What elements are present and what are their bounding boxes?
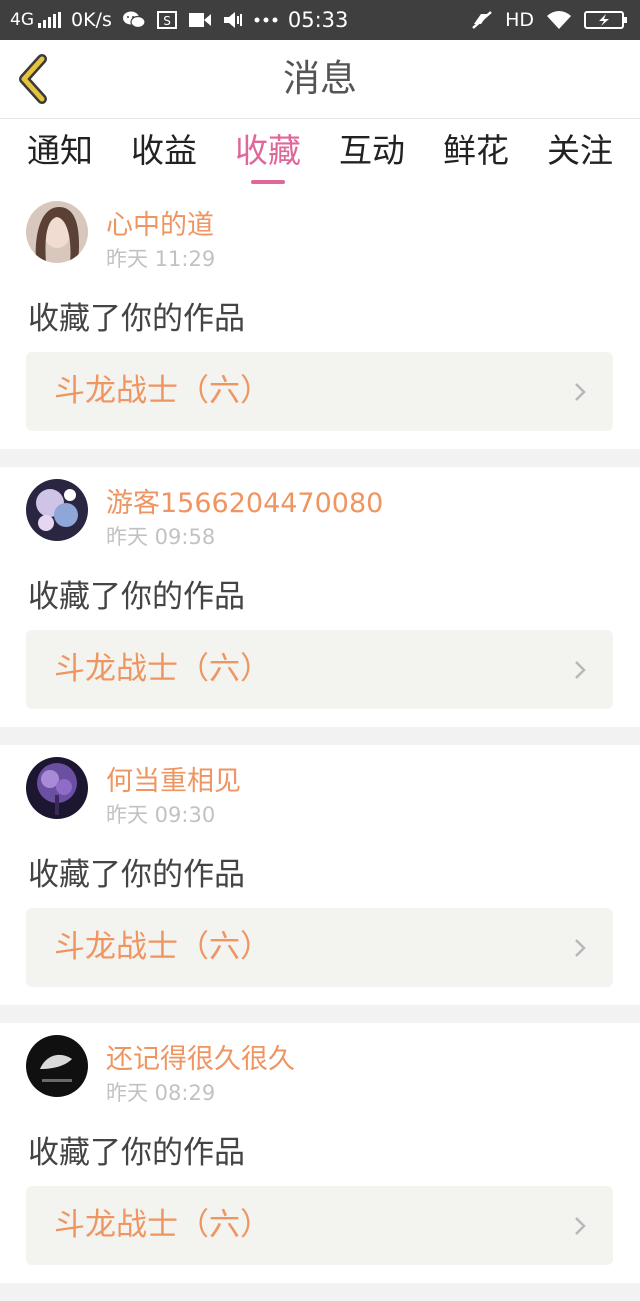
tab-label: 互动: [339, 131, 405, 170]
more-dots-icon: [254, 17, 278, 23]
chevron-right-icon: [575, 939, 586, 957]
username[interactable]: 游客1566204470080: [106, 481, 383, 520]
action-text: 收藏了你的作品: [28, 301, 245, 337]
work-title: 斗龙战士（六）: [54, 929, 271, 965]
wifi-icon: [546, 10, 572, 30]
tab-label: 鲜花: [443, 131, 509, 170]
tab-label: 通知: [27, 131, 93, 170]
tab-label: 关注: [547, 131, 613, 170]
avatar[interactable]: [26, 201, 88, 263]
message-card: 何当重相见 昨天 09:30 收藏了你的作品 斗龙战士（六）: [0, 745, 640, 1005]
work-link[interactable]: 斗龙战士（六）: [26, 908, 613, 987]
status-bar-right: HD: [471, 0, 628, 40]
message-card: 心中的道 昨天 11:29 收藏了你的作品 斗龙战士（六）: [0, 189, 640, 449]
status-bar-left: 4G 0K/s S 05:33: [10, 0, 348, 40]
hd-label: HD: [505, 8, 534, 31]
active-tab-indicator: [251, 180, 285, 184]
tab-bar: 通知 收益 收藏 互动 鲜花 关注: [0, 119, 640, 189]
action-text: 收藏了你的作品: [28, 857, 245, 893]
clock: 05:33: [287, 7, 349, 32]
username[interactable]: 心中的道: [106, 203, 214, 242]
work-title: 斗龙战士（六）: [54, 1207, 271, 1243]
username[interactable]: 何当重相见: [106, 759, 241, 798]
screenshot-icon: S: [156, 10, 178, 30]
signal-bars-icon: [38, 12, 61, 28]
timestamp: 昨天 09:58: [106, 525, 216, 549]
chevron-right-icon: [575, 383, 586, 401]
avatar[interactable]: [26, 479, 88, 541]
network-indicator: 4G: [10, 9, 61, 30]
timestamp: 昨天 09:30: [106, 803, 216, 827]
video-icon: [188, 11, 212, 29]
tab-earnings[interactable]: 收益: [112, 119, 216, 189]
work-link[interactable]: 斗龙战士（六）: [26, 630, 613, 709]
wechat-icon: [122, 10, 146, 30]
message-card: 还记得很久很久 昨天 08:29 收藏了你的作品 斗龙战士（六）: [0, 1023, 640, 1283]
mute-icon: [471, 10, 493, 30]
tab-notifications[interactable]: 通知: [8, 119, 112, 189]
work-title: 斗龙战士（六）: [54, 373, 271, 409]
status-bar: 4G 0K/s S 05:33 HD: [0, 0, 640, 40]
network-type: 4G: [10, 9, 34, 30]
tab-favorites[interactable]: 收藏: [216, 119, 320, 189]
tab-label: 收藏: [235, 131, 301, 170]
header-bar: 消息: [0, 40, 640, 119]
work-link[interactable]: 斗龙战士（六）: [26, 1186, 613, 1265]
timestamp: 昨天 11:29: [106, 247, 216, 271]
action-text: 收藏了你的作品: [28, 1135, 245, 1171]
action-text: 收藏了你的作品: [28, 579, 245, 615]
network-speed: 0K/s: [71, 8, 112, 31]
tab-interactions[interactable]: 互动: [320, 119, 424, 189]
avatar[interactable]: [26, 1035, 88, 1097]
message-list: 心中的道 昨天 11:29 收藏了你的作品 斗龙战士（六） 游客15662044…: [0, 189, 640, 1301]
vibrate-icon: [222, 10, 244, 30]
username[interactable]: 还记得很久很久: [106, 1037, 295, 1076]
chevron-right-icon: [575, 661, 586, 679]
work-link[interactable]: 斗龙战士（六）: [26, 352, 613, 431]
tab-label: 收益: [131, 131, 197, 170]
timestamp: 昨天 08:29: [106, 1081, 216, 1105]
svg-text:S: S: [163, 14, 171, 28]
message-card: 游客1566204470080 昨天 09:58 收藏了你的作品 斗龙战士（六）: [0, 467, 640, 727]
page-title: 消息: [283, 57, 357, 100]
tab-following[interactable]: 关注: [528, 119, 632, 189]
chevron-right-icon: [575, 1217, 586, 1235]
avatar[interactable]: [26, 757, 88, 819]
tab-flowers[interactable]: 鲜花: [424, 119, 528, 189]
battery-charging-icon: [584, 10, 628, 30]
work-title: 斗龙战士（六）: [54, 651, 271, 687]
